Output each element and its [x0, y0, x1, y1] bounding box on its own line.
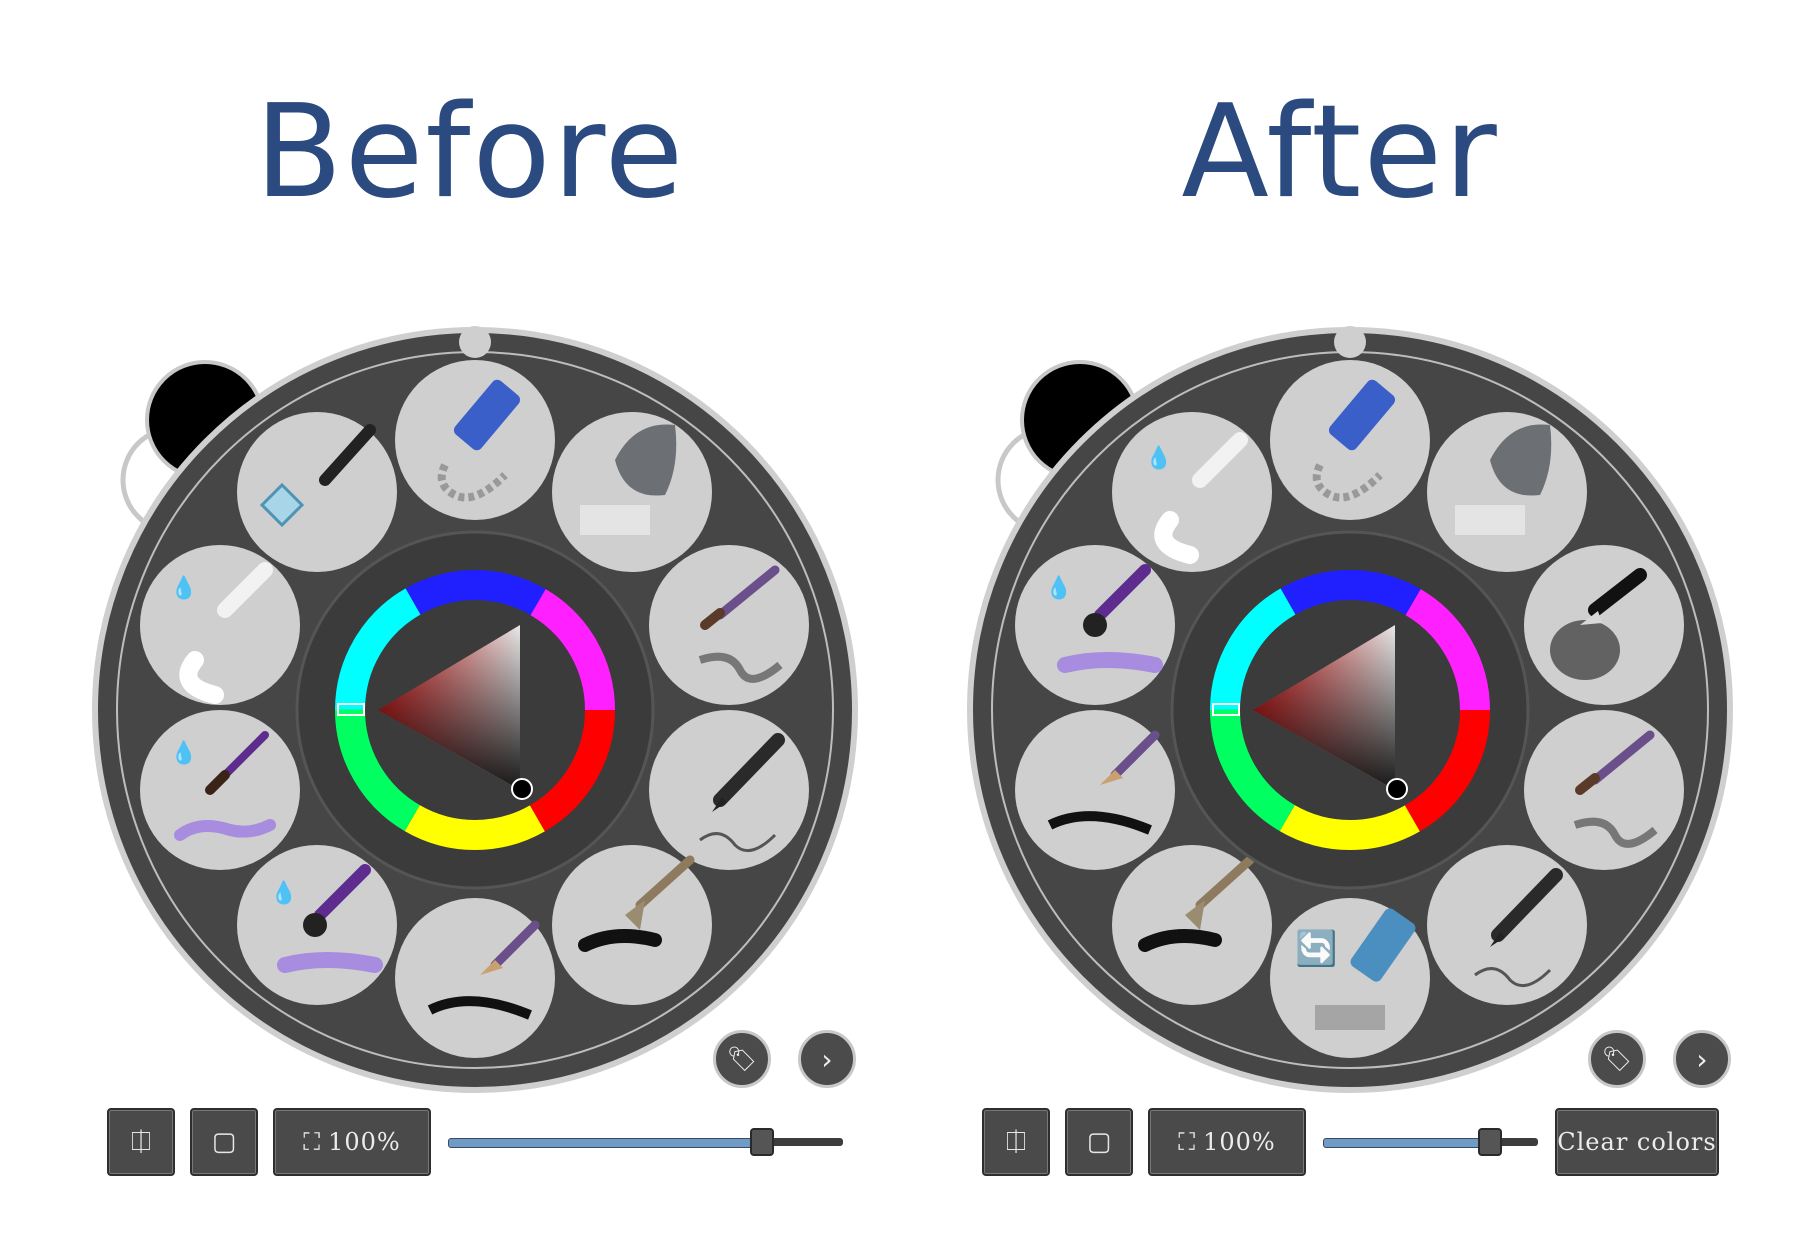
page-icon: ▢: [211, 1127, 237, 1157]
svg-text:💧: 💧: [1145, 445, 1172, 471]
after-panel: 💧 🔄 💧 🏷 › ⎅ ▢ ⛶ 100% Clear colors: [875, 0, 1782, 1251]
before-brush-wheel: 💧 💧 💧: [92, 326, 858, 1093]
slider-fill: [1323, 1138, 1485, 1148]
zoom-fit-button[interactable]: ⛶ 100%: [1148, 1108, 1306, 1176]
tool-slot-soft-eraser[interactable]: [552, 412, 712, 572]
slider-thumb[interactable]: [750, 1128, 774, 1156]
page-icon: ▢: [1086, 1127, 1112, 1157]
clear-colors-button[interactable]: Clear colors: [1555, 1108, 1719, 1176]
tag-icon: 🏷: [726, 1045, 758, 1073]
tool-slot-marker-swap[interactable]: 🔄: [1270, 898, 1430, 1058]
tool-slot-round-brush-wet[interactable]: 💧: [1015, 545, 1175, 705]
zoom-label: 100%: [328, 1128, 401, 1156]
next-button[interactable]: ›: [798, 1030, 856, 1088]
tool-slot-eraser-pen[interactable]: [1270, 360, 1430, 520]
tool-slot-fan-brush[interactable]: [1112, 845, 1272, 1005]
svg-text:🔄: 🔄: [1295, 929, 1337, 969]
tool-slot-blender-wet[interactable]: 💧: [140, 545, 300, 705]
tool-slot-pen[interactable]: [237, 412, 397, 572]
after-brush-wheel: 💧 🔄 💧: [967, 326, 1733, 1093]
brush-size-slider[interactable]: [448, 1128, 843, 1156]
tool-slot-soft-eraser[interactable]: [1427, 412, 1587, 572]
mirror-icon: ⎅: [130, 1126, 152, 1157]
tool-slot-flat-brush[interactable]: [395, 898, 555, 1058]
svg-text:💧: 💧: [170, 740, 197, 766]
tool-slot-paint-brush[interactable]: [1524, 710, 1684, 870]
canvas-button[interactable]: ▢: [1065, 1108, 1133, 1176]
svg-text:💧: 💧: [170, 575, 197, 601]
zoom-label: 100%: [1203, 1128, 1276, 1156]
next-button[interactable]: ›: [1673, 1030, 1731, 1088]
tool-slot-pencil[interactable]: [1427, 845, 1587, 1005]
slider-thumb[interactable]: [1478, 1128, 1502, 1156]
tool-slot-fan-brush[interactable]: [552, 845, 712, 1005]
svg-text:💧: 💧: [1045, 575, 1072, 601]
zoom-fit-button[interactable]: ⛶ 100%: [273, 1108, 431, 1176]
chevron-right-icon: ›: [821, 1042, 833, 1076]
tool-slot-paint-brush-wet[interactable]: 💧: [140, 710, 300, 870]
color-picker-marker[interactable]: [1386, 778, 1408, 800]
tool-slot-flat-brush[interactable]: [1015, 710, 1175, 870]
fit-frame-icon: ⛶: [303, 1128, 321, 1156]
tool-slot-eraser-pen[interactable]: [395, 360, 555, 520]
tag-button[interactable]: 🏷: [713, 1030, 771, 1088]
wheel-drag-handle[interactable]: [1334, 326, 1366, 358]
tag-button[interactable]: 🏷: [1588, 1030, 1646, 1088]
wheel-drag-handle[interactable]: [459, 326, 491, 358]
tool-slot-pencil[interactable]: [649, 710, 809, 870]
clear-colors-label: Clear colors: [1557, 1128, 1717, 1156]
slider-fill: [448, 1138, 760, 1148]
canvas-button[interactable]: ▢: [190, 1108, 258, 1176]
tool-slot-airbrush[interactable]: [1524, 545, 1684, 705]
mirror-button[interactable]: ⎅: [982, 1108, 1050, 1176]
tool-slot-blender-wet[interactable]: 💧: [1112, 412, 1272, 572]
mirror-icon: ⎅: [1005, 1126, 1027, 1157]
mirror-button[interactable]: ⎅: [107, 1108, 175, 1176]
tool-slot-round-brush-wet[interactable]: 💧: [237, 845, 397, 1005]
svg-text:💧: 💧: [270, 880, 297, 906]
before-panel: 💧 💧 💧 🏷 › ⎅ ▢ ⛶ 100%: [0, 0, 907, 1251]
chevron-right-icon: ›: [1696, 1042, 1708, 1076]
brush-size-slider[interactable]: [1323, 1128, 1538, 1156]
tool-slot-paint-brush[interactable]: [649, 545, 809, 705]
fit-frame-icon: ⛶: [1178, 1128, 1196, 1156]
color-picker-marker[interactable]: [511, 778, 533, 800]
tag-icon: 🏷: [1601, 1045, 1633, 1073]
